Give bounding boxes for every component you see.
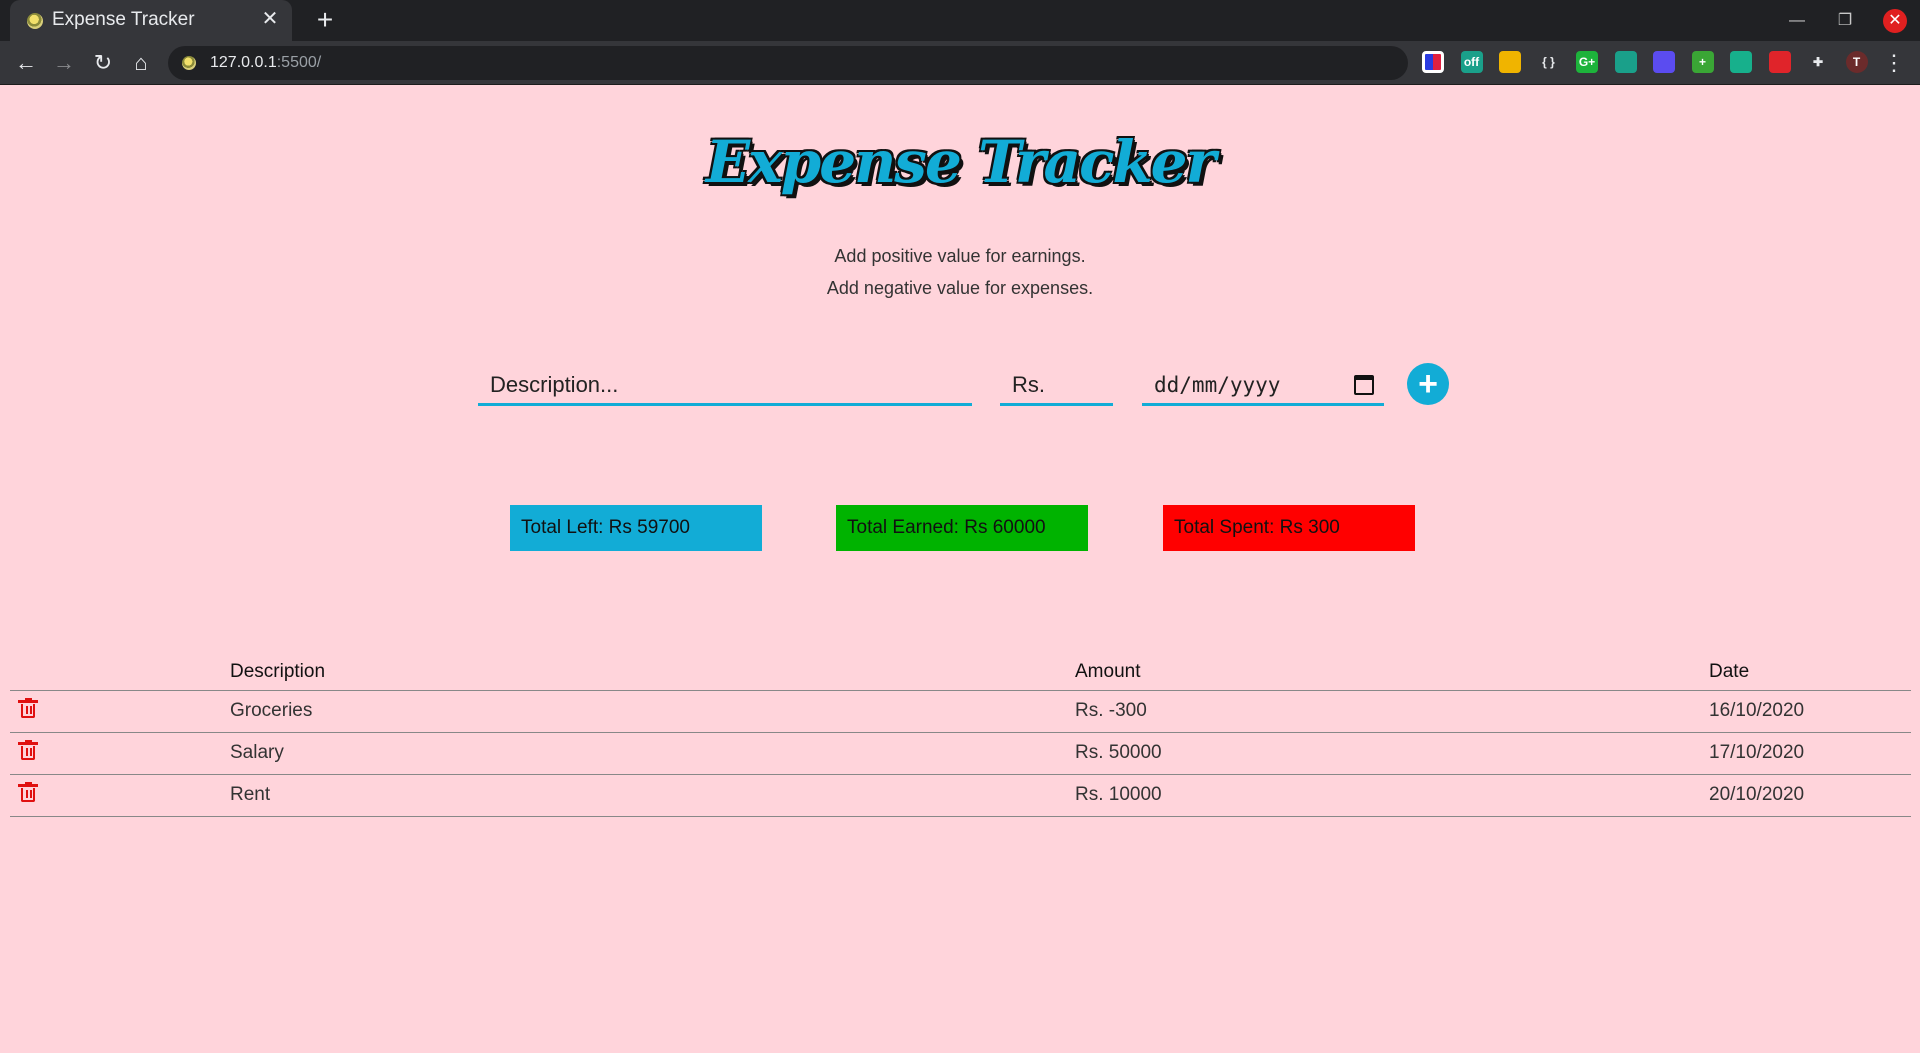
table-header-row: Description Amount Date [10, 656, 1911, 691]
browser-tab-strip: Expense Tracker ✕ + — ❐ ✕ [0, 0, 1920, 41]
browser-menu-icon[interactable]: ⋮ [1878, 47, 1910, 79]
forward-button[interactable]: → [48, 47, 80, 79]
table-row: Salary Rs. 50000 17/10/2020 [10, 732, 1911, 775]
tab-close-icon[interactable]: ✕ [258, 7, 282, 31]
transactions-table: Description Amount Date Groceries Rs. -3… [10, 656, 1911, 817]
new-tab-button[interactable]: + [310, 4, 340, 36]
row-amount: Rs. -300 [1075, 690, 1709, 733]
date-input[interactable]: dd/mm/yyyy [1142, 366, 1384, 406]
ext-plus-icon[interactable]: + [1691, 51, 1714, 73]
home-button[interactable]: ⌂ [125, 47, 157, 79]
browser-tab-active[interactable]: Expense Tracker ✕ [10, 0, 292, 41]
json-braces-icon[interactable]: { } [1537, 51, 1560, 73]
row-amount: Rs. 10000 [1075, 774, 1709, 817]
row-description: Rent [230, 774, 1075, 817]
ext-g-icon[interactable]: G+ [1576, 51, 1598, 73]
header-actions [10, 656, 230, 691]
close-window-button[interactable]: ✕ [1880, 0, 1910, 41]
delete-icon[interactable] [18, 698, 38, 718]
back-button[interactable]: ← [10, 47, 42, 79]
tab-title: Expense Tracker [52, 9, 195, 30]
ext-color-icon[interactable] [1653, 51, 1675, 73]
app-logo: Expense Tracker [705, 128, 1216, 196]
header-date: Date [1709, 656, 1911, 691]
total-earned-badge: Total Earned: Rs 60000 [836, 505, 1088, 551]
row-date: 16/10/2020 [1709, 690, 1911, 733]
amount-input[interactable]: Rs. [1000, 366, 1113, 406]
calendar-icon[interactable] [1354, 375, 1374, 395]
address-bar[interactable]: 127.0.0.1:5500/ [168, 46, 1408, 80]
row-amount: Rs. 50000 [1075, 732, 1709, 775]
add-transaction-button[interactable]: + [1407, 363, 1449, 405]
ext-1-icon[interactable] [1422, 51, 1444, 73]
delete-icon[interactable] [18, 740, 38, 760]
description-input[interactable]: Description... [478, 366, 972, 406]
table-row: Groceries Rs. -300 16/10/2020 [10, 690, 1911, 733]
page-content: Expense Tracker Add positive value for e… [0, 86, 1920, 1053]
header-description: Description [230, 656, 1075, 691]
row-description: Salary [230, 732, 1075, 775]
minimize-button[interactable]: — [1774, 0, 1820, 41]
restore-button[interactable]: ❐ [1822, 0, 1868, 41]
ext-face-icon[interactable] [1730, 51, 1752, 73]
url-text: 127.0.0.1:5500/ [210, 54, 322, 71]
row-date: 17/10/2020 [1709, 732, 1911, 775]
header-amount: Amount [1075, 656, 1709, 691]
hint-expenses: Add negative value for expenses. [826, 278, 1094, 298]
ext-hand-icon[interactable] [1768, 51, 1791, 73]
ext-cycle-icon[interactable] [1614, 51, 1637, 73]
ext-off-icon[interactable]: off [1460, 51, 1483, 73]
delete-icon[interactable] [18, 782, 38, 802]
profile-avatar[interactable]: T [1845, 51, 1868, 73]
total-left-badge: Total Left: Rs 59700 [510, 505, 762, 551]
total-spent-badge: Total Spent: Rs 300 [1163, 505, 1415, 551]
favicon-icon [27, 13, 43, 29]
thumbs-up-icon[interactable] [1499, 51, 1521, 73]
table-row: Rent Rs. 10000 20/10/2020 [10, 774, 1911, 817]
reload-button[interactable]: ↻ [87, 47, 119, 79]
puzzle-icon[interactable]: ✚ [1807, 51, 1829, 73]
hint-earnings: Add positive value for earnings. [834, 246, 1086, 266]
row-date: 20/10/2020 [1709, 774, 1911, 817]
site-info-icon[interactable] [182, 56, 196, 70]
row-description: Groceries [230, 690, 1075, 733]
